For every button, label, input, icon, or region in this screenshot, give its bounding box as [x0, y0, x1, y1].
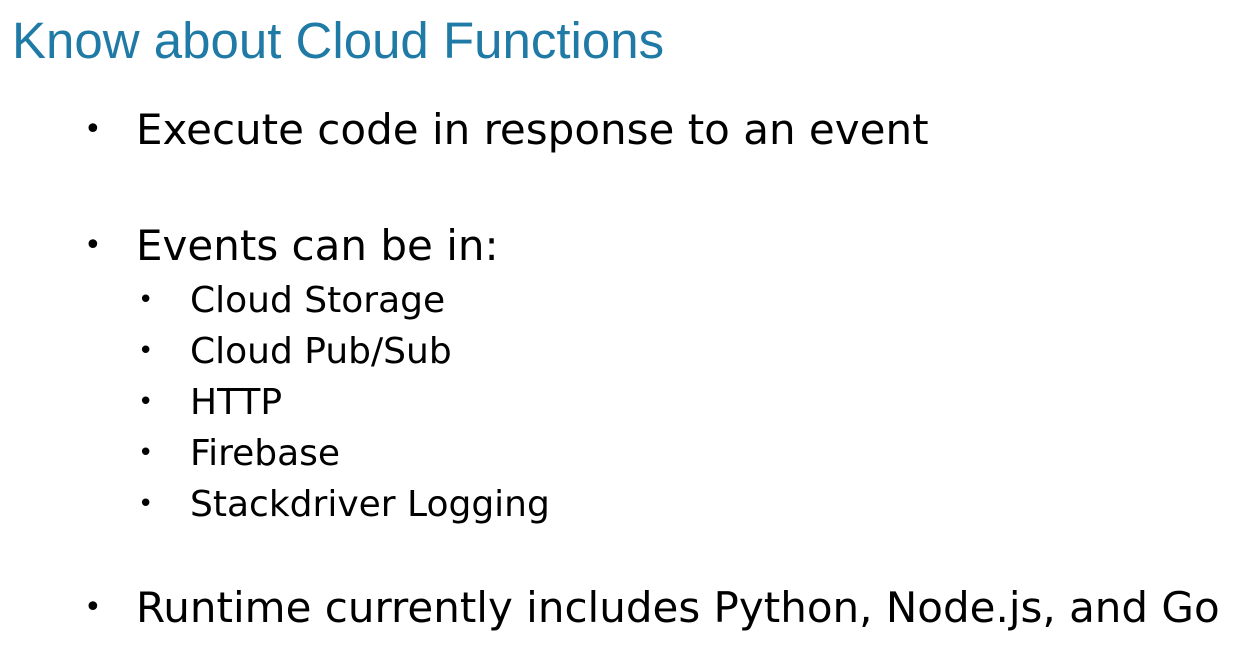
- slide: Know about Cloud Functions • Execute cod…: [0, 0, 1242, 654]
- sub-bullet-text: Stackdriver Logging: [190, 483, 550, 525]
- bullet-dot: •: [138, 285, 154, 315]
- sub-bullet-cloud-pubsub: • Cloud Pub/Sub: [130, 327, 452, 375]
- sub-bullet-text: Cloud Pub/Sub: [190, 330, 452, 372]
- bullet-text: Events can be in:: [136, 220, 499, 270]
- sub-bullet-text: HTTP: [190, 381, 283, 423]
- sub-bullet-text: Firebase: [190, 432, 341, 474]
- sub-bullet-cloud-storage: • Cloud Storage: [130, 276, 445, 324]
- bullet-dot: •: [84, 589, 102, 625]
- sub-bullet-http: • HTTP: [130, 378, 282, 426]
- bullet-execute-code: • Execute code in response to an event: [78, 101, 929, 157]
- sub-bullet-text: Cloud Storage: [190, 279, 446, 321]
- bullet-dot: •: [138, 489, 154, 519]
- bullet-dot: •: [84, 111, 102, 147]
- bullet-dot: •: [138, 387, 154, 417]
- bullet-text: Runtime currently includes Python, Node.…: [136, 582, 1220, 632]
- bullet-runtime: • Runtime currently includes Python, Nod…: [78, 579, 1220, 635]
- bullet-text: Execute code in response to an event: [136, 104, 929, 154]
- bullet-dot: •: [138, 438, 154, 468]
- bullet-dot: •: [138, 336, 154, 366]
- slide-title: Know about Cloud Functions: [12, 12, 665, 69]
- sub-bullet-stackdriver-logging: • Stackdriver Logging: [130, 480, 550, 528]
- sub-bullet-firebase: • Firebase: [130, 429, 340, 477]
- bullet-dot: •: [84, 227, 102, 263]
- bullet-events: • Events can be in:: [78, 217, 499, 273]
